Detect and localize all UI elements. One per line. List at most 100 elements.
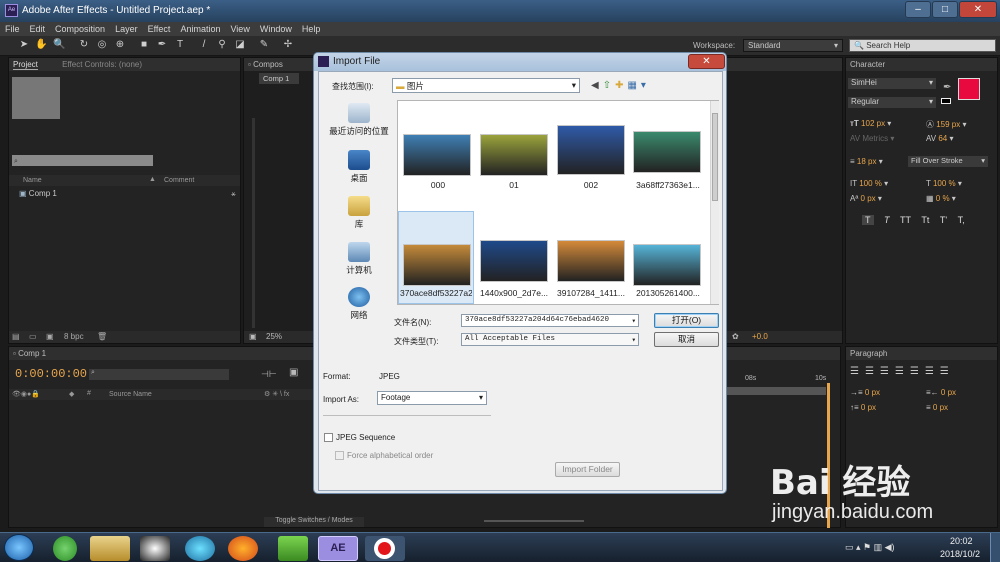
draft-3d-icon[interactable]: ▣: [289, 367, 298, 378]
work-area-bar[interactable]: [723, 387, 826, 395]
indent-first-row[interactable]: ≡ 0 px: [926, 403, 948, 412]
workspace-dropdown[interactable]: Standard ▾: [743, 39, 843, 52]
project-item-comp[interactable]: ▣ Comp 1: [19, 189, 57, 198]
vertical-scale-row[interactable]: IT 100 % ▾: [850, 179, 888, 188]
stroke-mode-dropdown[interactable]: Fill Over Stroke ▾: [908, 156, 988, 167]
indent-left-row[interactable]: →≡ 0 px: [850, 388, 880, 397]
lock-icon[interactable]: ▫: [248, 60, 251, 69]
place-library[interactable]: 库: [323, 196, 395, 230]
import-as-dropdown[interactable]: Footage ▾: [377, 391, 487, 405]
qq-taskbar-icon[interactable]: [140, 536, 170, 561]
comp-subtab[interactable]: Comp 1: [259, 73, 299, 84]
interpret-footage-icon[interactable]: ▤: [12, 332, 20, 341]
tab-effect-controls[interactable]: Effect Controls: (none): [62, 60, 142, 69]
timeline-search-input[interactable]: ⌕: [89, 369, 229, 380]
faux-bold-button[interactable]: T: [862, 215, 874, 225]
stroke-width-row[interactable]: ≡ 18 px ▾: [850, 157, 883, 166]
clone-stamp-tool-icon[interactable]: ⚲: [216, 39, 228, 51]
import-folder-button[interactable]: Import Folder: [555, 462, 620, 477]
tracking-row[interactable]: AV 64 ▾: [926, 134, 953, 143]
place-desktop[interactable]: 桌面: [323, 150, 395, 184]
toggle-switches-modes[interactable]: Toggle Switches / Modes: [264, 517, 364, 527]
leading-row[interactable]: Ⓐ 159 px ▾: [926, 119, 967, 130]
zoom-slider[interactable]: [464, 517, 604, 525]
place-computer[interactable]: 计算机: [323, 242, 395, 276]
baseline-shift-row[interactable]: Aª 0 px ▾: [850, 194, 882, 203]
column-comment[interactable]: Comment: [164, 177, 194, 184]
puppet-pin-tool-icon[interactable]: ✢: [282, 39, 294, 51]
font-family-dropdown[interactable]: SimHei ▾: [848, 78, 936, 89]
start-button[interactable]: [4, 534, 34, 561]
brush-tool-icon[interactable]: /: [198, 39, 210, 51]
firefox-taskbar-icon[interactable]: [228, 536, 258, 561]
indent-right-row[interactable]: ≡← 0 px: [926, 388, 956, 397]
back-icon[interactable]: ◀: [591, 80, 603, 91]
clock-date[interactable]: 2018/10/2: [940, 549, 980, 559]
after-effects-taskbar-icon[interactable]: AE: [318, 536, 358, 561]
menu-view[interactable]: View: [225, 22, 254, 34]
tsume-row[interactable]: ▦ 0 % ▾: [926, 194, 956, 203]
eraser-tool-icon[interactable]: ◪: [234, 39, 246, 51]
open-button[interactable]: 打开(O): [654, 313, 719, 328]
all-caps-button[interactable]: TT: [900, 215, 911, 225]
delete-icon[interactable]: 🗑: [97, 332, 107, 341]
font-style-dropdown[interactable]: Regular ▾: [848, 97, 936, 108]
superscript-button[interactable]: T': [940, 215, 947, 225]
kerning-row[interactable]: AV Metrics ▾: [850, 134, 894, 143]
show-desktop-button[interactable]: [990, 533, 1000, 562]
type-tool-icon[interactable]: T: [174, 39, 186, 51]
horizontal-scale-row[interactable]: T 100 % ▾: [926, 179, 962, 188]
menu-help[interactable]: Help: [297, 22, 326, 34]
bpc-label[interactable]: 8 bpc: [64, 332, 84, 341]
menu-effect[interactable]: Effect: [143, 22, 176, 34]
tab-composition[interactable]: Compos: [253, 60, 283, 69]
av-switches-icon[interactable]: 👁◉●🔒: [12, 390, 40, 398]
small-caps-button[interactable]: Tt: [921, 215, 929, 225]
tab-project[interactable]: Project: [13, 60, 38, 70]
up-folder-icon[interactable]: ⇧: [603, 80, 615, 91]
file-list-scrollbar[interactable]: [710, 101, 719, 304]
menu-edit[interactable]: Edit: [25, 22, 51, 34]
exposure-value[interactable]: +0.0: [752, 332, 768, 341]
timecode-display[interactable]: 0:00:00:00: [15, 367, 87, 381]
view-menu-icon[interactable]: ▦▾: [627, 80, 649, 91]
menu-file[interactable]: File: [0, 22, 25, 34]
media-taskbar-icon[interactable]: [185, 536, 215, 561]
eyedropper-icon[interactable]: ✒: [943, 82, 951, 93]
zoom-dropdown[interactable]: 25%: [266, 332, 282, 341]
minimize-button[interactable]: –: [905, 1, 931, 18]
maximize-button[interactable]: □: [932, 1, 958, 18]
new-folder-icon[interactable]: ✚: [615, 80, 627, 91]
clock-time[interactable]: 20:02: [950, 536, 973, 546]
space-before-row[interactable]: ↑≡ 0 px: [850, 403, 876, 412]
close-button[interactable]: ✕: [959, 1, 997, 18]
alignment-buttons[interactable]: ☰☰☰☰☰☰☰: [850, 366, 955, 377]
project-search-input[interactable]: ⌕: [12, 155, 153, 166]
switches-icons[interactable]: ⚙ ✳ \ fx: [264, 390, 289, 398]
subscript-button[interactable]: T,: [958, 215, 965, 225]
pen-tool-icon[interactable]: ✒: [156, 39, 168, 51]
region-icon[interactable]: ▣: [249, 332, 257, 341]
label-icon[interactable]: ◆: [69, 390, 74, 398]
snapshot-icon[interactable]: ✿: [732, 332, 739, 341]
font-size-row[interactable]: ᴛT 102 px ▾: [850, 119, 891, 128]
menu-layer[interactable]: Layer: [110, 22, 143, 34]
flowchart-icon[interactable]: ⚹: [231, 189, 236, 199]
menu-window[interactable]: Window: [255, 22, 297, 34]
force-alphabetical-checkbox[interactable]: [335, 451, 344, 460]
comp-mini-flowchart-icon[interactable]: ⊣⊢: [261, 369, 277, 380]
rotate-tool-icon[interactable]: ↻: [78, 39, 90, 51]
cancel-button[interactable]: 取消: [654, 332, 719, 347]
close-icon[interactable]: ▫: [13, 349, 16, 358]
column-name[interactable]: Name: [23, 177, 42, 184]
look-in-dropdown[interactable]: ▬ 图片 ▾: [392, 78, 580, 93]
tray-icons[interactable]: ▭ ▴ ⚑ ▥ ◀): [845, 542, 895, 553]
filetype-dropdown[interactable]: All Acceptable Files ▾: [461, 333, 639, 346]
new-comp-icon[interactable]: ▣: [46, 332, 54, 341]
zoom-tool-icon[interactable]: 🔍: [53, 39, 65, 51]
app-taskbar-icon[interactable]: [278, 536, 308, 561]
recorder-taskbar-item[interactable]: [365, 536, 405, 561]
filename-input[interactable]: 370ace8df53227a204d64c76ebad4620 ▾: [461, 314, 639, 327]
jpeg-sequence-checkbox[interactable]: [324, 433, 333, 442]
taskbar-app-icon[interactable]: [53, 536, 77, 561]
